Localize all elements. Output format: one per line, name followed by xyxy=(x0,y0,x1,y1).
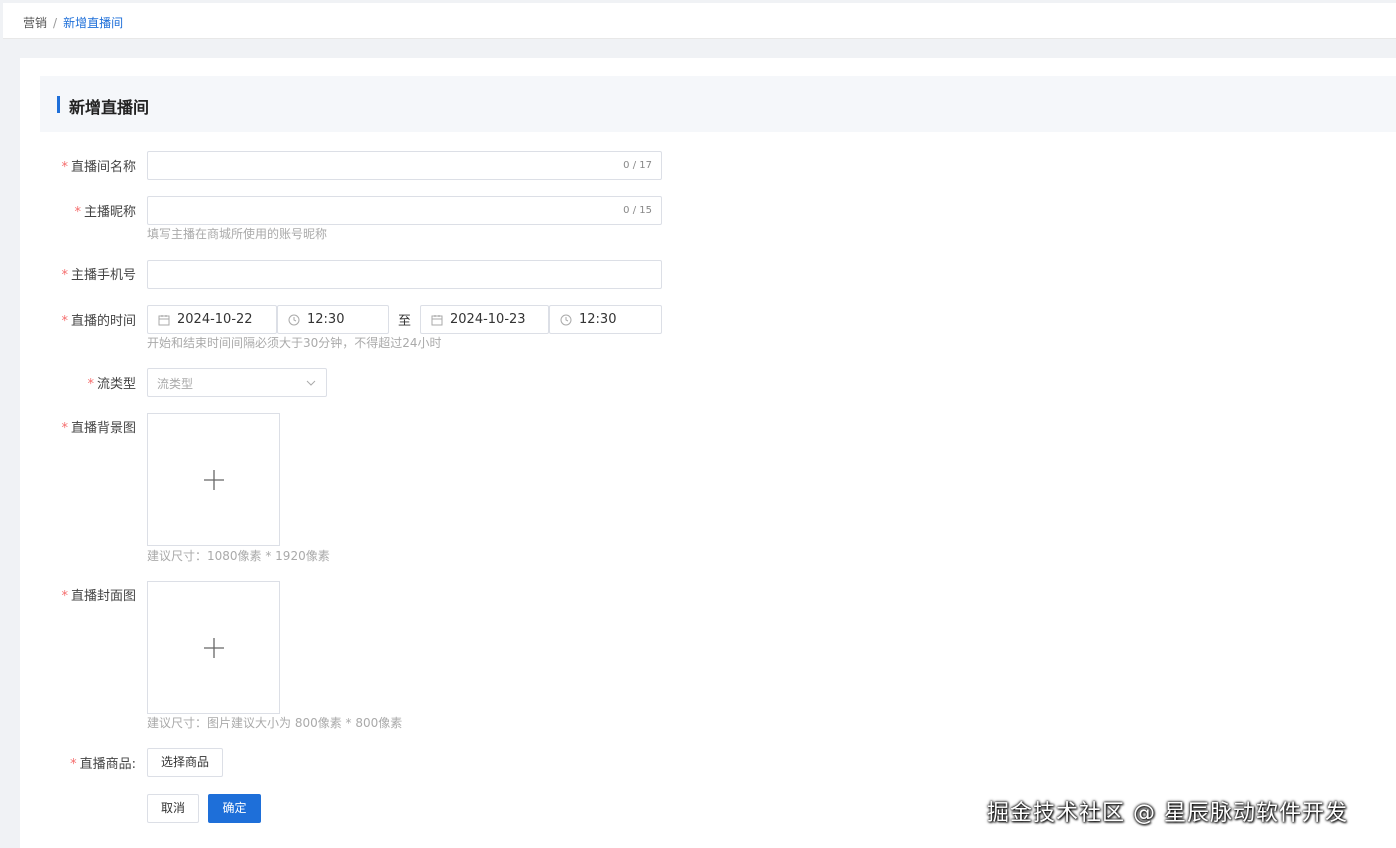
end-time-value: 12:30 xyxy=(579,312,617,327)
stream-type-select[interactable]: 流类型 xyxy=(147,368,327,397)
calendar-icon xyxy=(158,315,170,326)
section-header: 新增直播间 xyxy=(40,76,1396,132)
calendar-icon xyxy=(431,315,443,326)
start-date-value: 2024-10-22 xyxy=(177,312,253,327)
start-date-picker[interactable]: 2024-10-22 xyxy=(147,305,277,334)
stream-type-label: * 流类型 xyxy=(87,377,136,392)
cancel-button[interactable]: 取消 xyxy=(147,794,199,823)
live-time-hint: 开始和结束时间间隔必须大于30分钟，不得超过24小时 xyxy=(147,336,442,350)
page-title: 新增直播间 xyxy=(69,98,150,117)
end-date-picker[interactable]: 2024-10-23 xyxy=(420,305,549,334)
clock-icon xyxy=(288,314,300,326)
breadcrumb-separator: / xyxy=(53,16,58,30)
plus-icon xyxy=(204,470,224,490)
required-mark: * xyxy=(61,160,68,175)
required-mark: * xyxy=(70,757,77,772)
cover-image-hint: 建议尺寸：图片建议大小为 800像素 * 800像素 xyxy=(147,716,403,730)
anchor-phone-label: * 主播手机号 xyxy=(61,268,136,283)
end-time-picker[interactable]: 12:30 xyxy=(549,305,662,334)
room-name-counter: 0 / 17 xyxy=(623,160,652,171)
cover-image-label: * 直播封面图 xyxy=(61,589,136,604)
anchor-nick-input[interactable]: 0 / 15 xyxy=(147,196,662,225)
anchor-nick-hint: 填写主播在商城所使用的账号昵称 xyxy=(147,227,328,241)
breadcrumb-parent[interactable]: 营销 xyxy=(23,16,47,30)
stream-type-placeholder: 流类型 xyxy=(157,377,194,391)
anchor-nick-counter: 0 / 15 xyxy=(623,205,652,216)
end-date-value: 2024-10-23 xyxy=(450,312,526,327)
cover-image-uploader[interactable] xyxy=(147,581,280,714)
confirm-button[interactable]: 确定 xyxy=(208,794,261,823)
bg-image-hint: 建议尺寸：1080像素 * 1920像素 xyxy=(147,549,330,563)
bg-image-label: * 直播背景图 xyxy=(61,421,136,436)
top-bar: 营销 / 新增直播间 xyxy=(3,3,1396,39)
watermark: 掘金技术社区 @ 星辰脉动软件开发 xyxy=(987,801,1348,826)
required-mark: * xyxy=(61,421,68,436)
anchor-phone-input[interactable] xyxy=(147,260,662,289)
required-mark: * xyxy=(61,268,68,283)
section-accent-bar xyxy=(57,96,60,113)
start-time-picker[interactable]: 12:30 xyxy=(277,305,389,334)
chevron-down-icon xyxy=(306,380,316,386)
room-name-input[interactable]: 0 / 17 xyxy=(147,151,662,180)
required-mark: * xyxy=(61,589,68,604)
select-products-button[interactable]: 选择商品 xyxy=(147,748,223,777)
breadcrumb-current: 新增直播间 xyxy=(63,16,124,30)
anchor-nick-label: * 主播昵称 xyxy=(74,205,136,220)
bg-image-uploader[interactable] xyxy=(147,413,280,546)
form-card: 新增直播间 * 直播间名称 0 / 17 * 主播昵称 0 / 15 填写主播在商城… xyxy=(20,58,1396,848)
breadcrumb: 营销 / 新增直播间 xyxy=(23,14,123,31)
required-mark: * xyxy=(61,314,68,329)
range-separator: 至 xyxy=(398,314,412,329)
required-mark: * xyxy=(74,205,81,220)
products-label: * 直播商品: xyxy=(70,757,136,772)
plus-icon xyxy=(204,638,224,658)
start-time-value: 12:30 xyxy=(307,312,345,327)
live-time-label: * 直播的时间 xyxy=(61,314,136,329)
room-name-label: * 直播间名称 xyxy=(61,160,136,175)
required-mark: * xyxy=(87,377,94,392)
clock-icon xyxy=(560,314,572,326)
